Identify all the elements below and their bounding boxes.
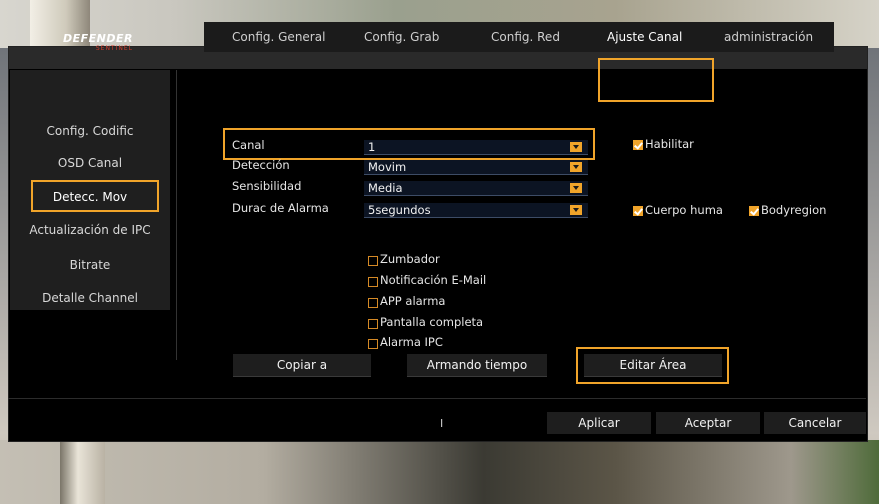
sensibilidad-value: Media <box>368 181 403 195</box>
canal-select[interactable]: 1 <box>364 140 588 155</box>
camera-pillar-bottom <box>60 440 105 504</box>
content-divider <box>176 70 177 360</box>
zumbador-label: Zumbador <box>380 252 440 266</box>
camera-background-bottom <box>0 440 879 504</box>
habilitar-label: Habilitar <box>645 137 694 151</box>
sidebar-item-detecc-mov[interactable]: Detecc. Mov <box>10 184 170 210</box>
deteccion-label: Detección <box>232 158 290 172</box>
aplicar-button[interactable]: Aplicar <box>547 412 651 434</box>
durac-alarma-select[interactable]: 5segundos <box>364 203 588 218</box>
cancelar-button[interactable]: Cancelar <box>764 412 866 434</box>
tab-administracion[interactable]: administración <box>724 22 813 52</box>
sidebar: Config. Codific OSD Canal Detecc. Mov Ac… <box>10 70 170 310</box>
armando-tiempo-button[interactable]: Armando tiempo <box>407 354 547 377</box>
zumbador-checkbox[interactable] <box>368 256 378 266</box>
sensibilidad-label: Sensibilidad <box>232 179 302 193</box>
habilitar-checkbox[interactable] <box>633 140 643 150</box>
durac-alarma-value: 5segundos <box>368 203 431 217</box>
editar-area-button[interactable]: Editar Área <box>584 354 722 377</box>
cuerpo-humano-checkbox[interactable] <box>633 206 643 216</box>
alarma-ipc-label: Alarma IPC <box>380 335 443 349</box>
sidebar-item-actualizacion-ipc[interactable]: Actualización de IPC <box>10 217 170 243</box>
canal-value: 1 <box>368 140 376 154</box>
brand-subtitle: SENTINEL <box>95 45 133 52</box>
brand-name: DEFENDER <box>63 32 133 45</box>
footer-divider <box>8 398 866 399</box>
chevron-down-icon[interactable] <box>570 205 582 215</box>
app-alarma-checkbox[interactable] <box>368 298 378 308</box>
app-alarma-label: APP alarma <box>380 294 446 308</box>
tab-config-red[interactable]: Config. Red <box>491 22 560 52</box>
text-cursor-icon: I <box>440 417 444 430</box>
top-tabs: Config. General Config. Grab Config. Red… <box>204 22 834 52</box>
sensibilidad-select[interactable]: Media <box>364 181 588 196</box>
tab-config-general[interactable]: Config. General <box>232 22 325 52</box>
alarma-ipc-checkbox[interactable] <box>368 339 378 349</box>
email-checkbox[interactable] <box>368 277 378 287</box>
sidebar-item-bitrate[interactable]: Bitrate <box>10 252 170 278</box>
pantalla-completa-checkbox[interactable] <box>368 319 378 329</box>
brand-logo: DEFENDER SENTINEL <box>58 32 168 54</box>
deteccion-select[interactable]: Movim <box>364 160 588 175</box>
pantalla-completa-label: Pantalla completa <box>380 315 484 329</box>
durac-alarma-label: Durac de Alarma <box>232 201 329 215</box>
chevron-down-icon[interactable] <box>570 183 582 193</box>
aceptar-button[interactable]: Aceptar <box>656 412 760 434</box>
email-label: Notificación E-Mail <box>380 273 487 287</box>
cuerpo-humano-label: Cuerpo huma <box>645 203 723 217</box>
tab-config-grab[interactable]: Config. Grab <box>364 22 439 52</box>
sidebar-item-osd-canal[interactable]: OSD Canal <box>10 150 170 176</box>
sidebar-item-config-codific[interactable]: Config. Codific <box>10 118 170 144</box>
tab-ajuste-canal[interactable]: Ajuste Canal <box>607 22 682 52</box>
canal-label: Canal <box>232 138 265 152</box>
deteccion-value: Movim <box>368 160 407 174</box>
chevron-down-icon[interactable] <box>570 142 582 152</box>
bodyregion-checkbox[interactable] <box>749 206 759 216</box>
copiar-a-button[interactable]: Copiar a <box>233 354 371 377</box>
bodyregion-label: Bodyregion <box>761 203 827 217</box>
chevron-down-icon[interactable] <box>570 162 582 172</box>
sidebar-item-detalle-channel[interactable]: Detalle Channel <box>10 285 170 311</box>
